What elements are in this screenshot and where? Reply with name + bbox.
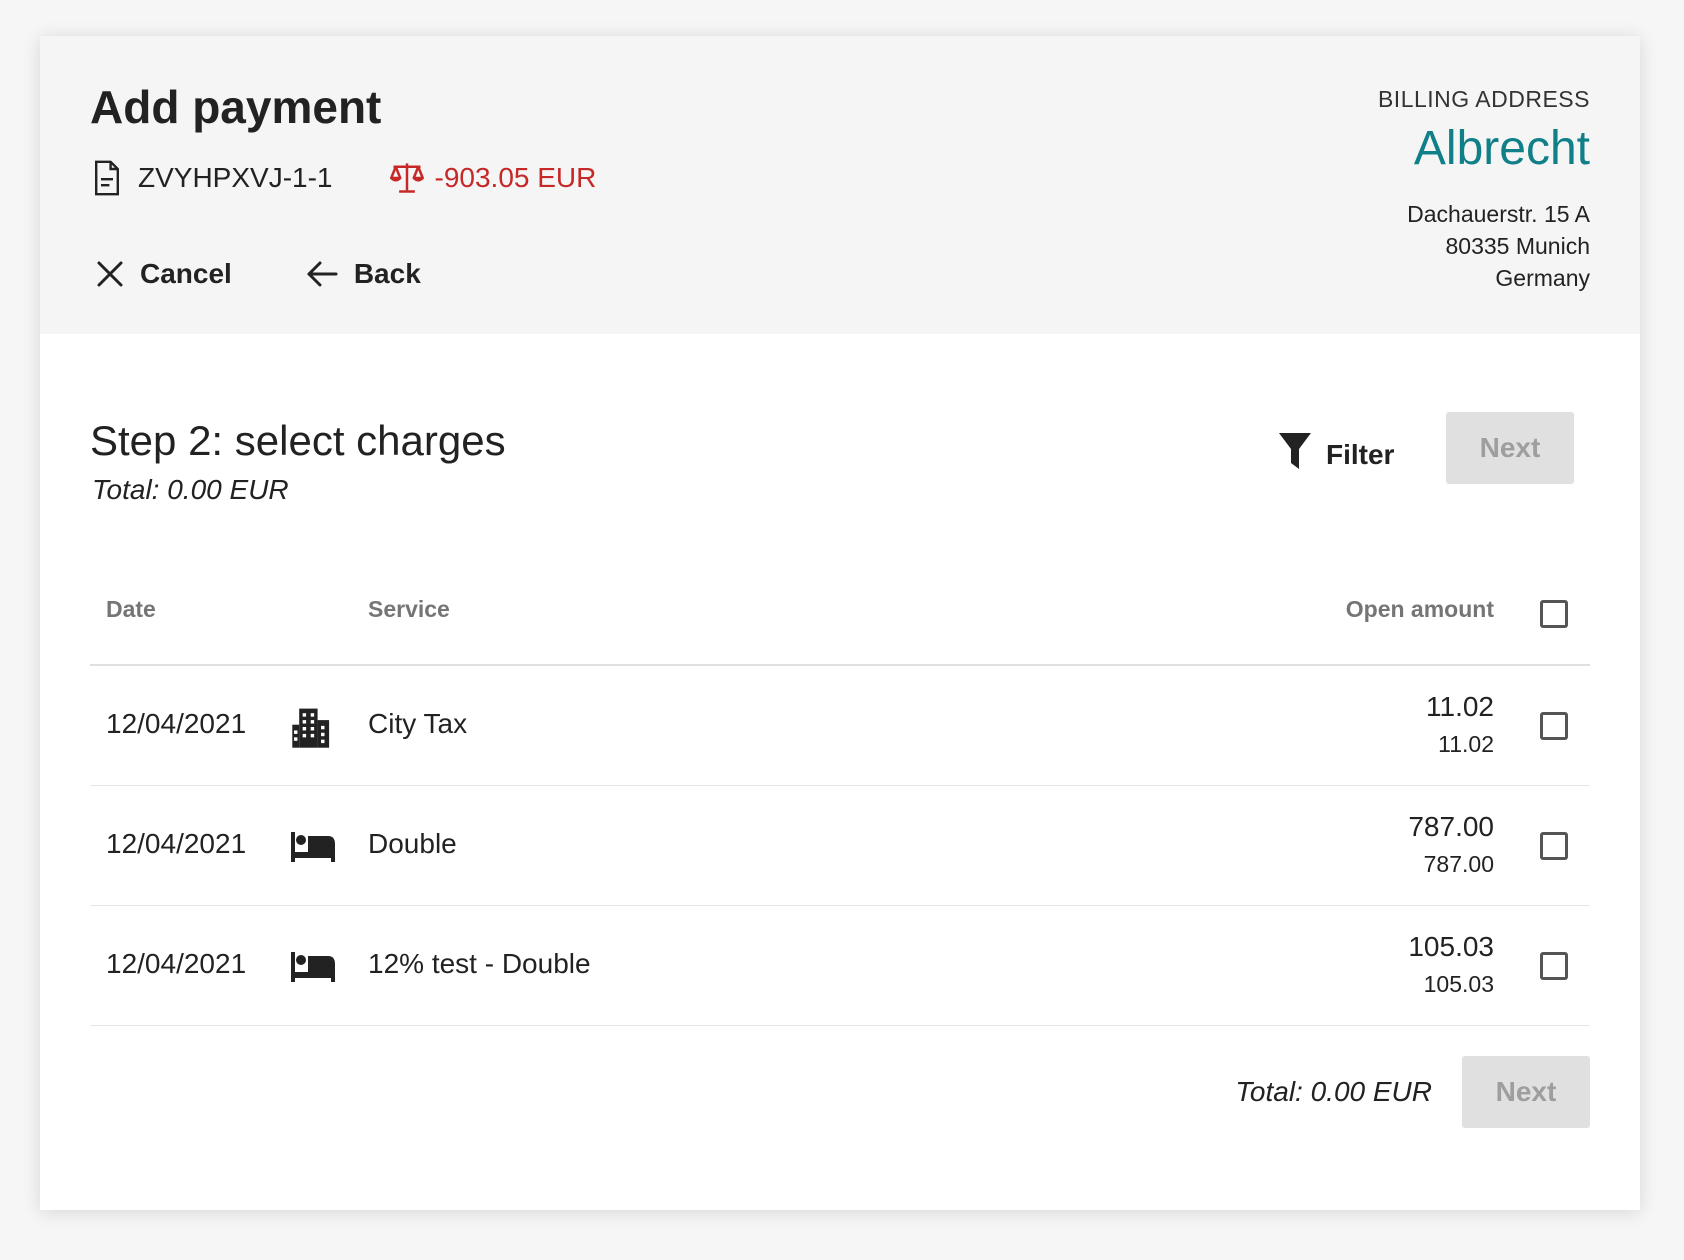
column-header-service: Service bbox=[368, 596, 450, 622]
header-panel: Add payment ZVYHPXVJ-1-1 -903.05 EUR Can… bbox=[40, 36, 1640, 334]
add-payment-card: Add payment ZVYHPXVJ-1-1 -903.05 EUR Can… bbox=[40, 36, 1640, 1210]
arrow-left-icon bbox=[306, 260, 338, 288]
column-header-open-amount: Open amount bbox=[1345, 596, 1494, 622]
row-open-amount: 105.03 105.03 bbox=[1408, 930, 1494, 998]
back-button[interactable]: Back bbox=[306, 258, 421, 290]
row-date: 12/04/2021 bbox=[106, 948, 247, 979]
table-row: 12/04/2021 12% test - Double 105.03 105.… bbox=[90, 906, 1590, 1026]
column-header-date: Date bbox=[106, 596, 156, 622]
footer-total: Total: 0.00 EUR bbox=[1235, 1076, 1432, 1107]
row-open-amount: 787.00 787.00 bbox=[1408, 810, 1494, 878]
header-actions: Cancel Back bbox=[96, 258, 421, 290]
city-icon bbox=[290, 704, 336, 750]
next-button-bottom[interactable]: Next bbox=[1462, 1056, 1590, 1128]
row-sub-amount: 787.00 bbox=[1423, 851, 1494, 877]
billing-street: Dachauerstr. 15 A bbox=[1407, 200, 1590, 227]
billing-address-label: BILLING ADDRESS bbox=[1377, 86, 1590, 112]
row-date: 12/04/2021 bbox=[106, 828, 247, 859]
cancel-button[interactable]: Cancel bbox=[96, 258, 232, 290]
balance-amount: -903.05 EUR bbox=[434, 162, 597, 193]
next-button-top[interactable]: Next bbox=[1446, 412, 1574, 484]
table-row: 12/04/2021 City Tax 11.02 11.02 bbox=[90, 666, 1590, 786]
charges-table: Date Service Open amount 12/04/2021 City… bbox=[90, 564, 1590, 1026]
step-total: Total: 0.00 EUR bbox=[92, 474, 289, 505]
bed-icon bbox=[290, 824, 336, 870]
table-header: Date Service Open amount bbox=[90, 564, 1590, 666]
folio-meta: ZVYHPXVJ-1-1 -903.05 EUR bbox=[92, 156, 596, 200]
page-title: Add payment bbox=[90, 81, 382, 133]
row-service: Double bbox=[368, 828, 457, 859]
billing-name: Albrecht bbox=[1413, 122, 1590, 175]
folio-number: ZVYHPXVJ-1-1 bbox=[138, 162, 333, 193]
table-row: 12/04/2021 Double 787.00 787.00 bbox=[90, 786, 1590, 906]
row-date: 12/04/2021 bbox=[106, 708, 247, 739]
balance-scale-icon bbox=[389, 160, 425, 196]
folio-balance: -903.05 EUR bbox=[389, 160, 597, 196]
bed-icon bbox=[290, 944, 336, 990]
billing-address: BILLING ADDRESS Albrecht Dachauerstr. 15… bbox=[1378, 86, 1590, 294]
billing-address-lines: Dachauerstr. 15 A 80335 Munich Germany bbox=[1378, 198, 1590, 294]
billing-city: 80335 Munich bbox=[1445, 232, 1591, 259]
back-label: Back bbox=[353, 258, 421, 289]
close-icon bbox=[96, 260, 124, 288]
row-service: 12% test - Double bbox=[368, 948, 591, 979]
row-amount: 11.02 bbox=[1426, 691, 1494, 722]
filter-icon bbox=[1278, 432, 1312, 477]
row-amount: 105.03 bbox=[1408, 931, 1494, 962]
filter-button[interactable]: Filter bbox=[1278, 432, 1394, 477]
folio-reference: ZVYHPXVJ-1-1 bbox=[92, 160, 333, 196]
select-all-checkbox[interactable] bbox=[1540, 600, 1568, 628]
row-checkbox[interactable] bbox=[1540, 712, 1568, 740]
step-title: Step 2: select charges bbox=[90, 417, 506, 464]
row-checkbox[interactable] bbox=[1540, 832, 1568, 860]
row-service: City Tax bbox=[368, 708, 468, 739]
filter-label: Filter bbox=[1326, 438, 1395, 470]
row-checkbox[interactable] bbox=[1540, 952, 1568, 980]
cancel-label: Cancel bbox=[140, 258, 232, 289]
row-sub-amount: 11.02 bbox=[1438, 731, 1494, 757]
row-amount: 787.00 bbox=[1408, 811, 1494, 842]
row-sub-amount: 105.03 bbox=[1423, 971, 1494, 997]
document-icon bbox=[92, 160, 122, 196]
row-open-amount: 11.02 11.02 bbox=[1426, 690, 1494, 758]
billing-country: Germany bbox=[1495, 264, 1590, 291]
